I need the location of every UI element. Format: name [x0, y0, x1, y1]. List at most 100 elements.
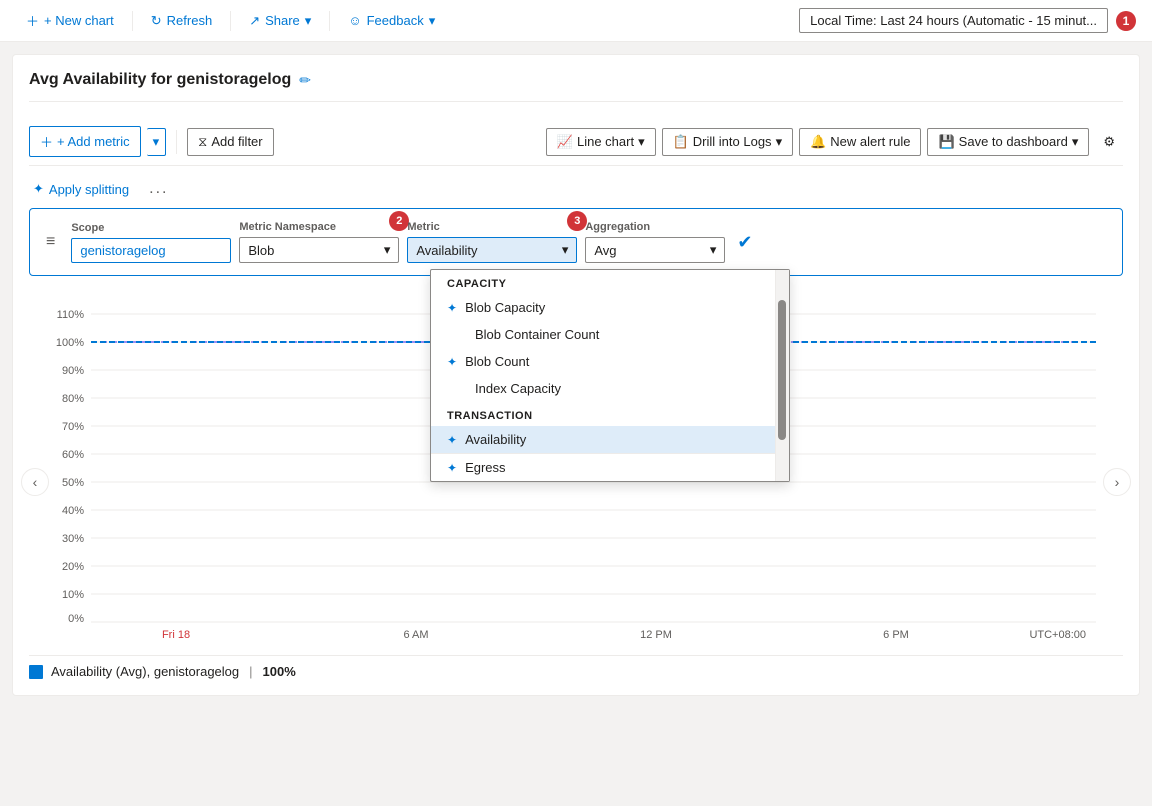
- index-capacity-item[interactable]: Index Capacity: [431, 375, 775, 402]
- line-chart-button[interactable]: 📈 Line chart ▾: [546, 128, 656, 156]
- namespace-chevron: ▾: [384, 242, 391, 258]
- add-metric-button[interactable]: ＋ + Add metric: [29, 126, 141, 157]
- blob-count-label: Blob Count: [465, 354, 529, 369]
- svg-text:110%: 110%: [57, 309, 85, 321]
- metric-row: ≡ Scope Metric Namespace Blob ▾ 2 Metric…: [29, 208, 1123, 276]
- svg-text:6 AM: 6 AM: [403, 629, 428, 640]
- scrollbar[interactable]: [775, 270, 789, 481]
- feedback-button[interactable]: ☺ Feedback ▾: [338, 8, 445, 34]
- blob-count-item[interactable]: ✦ Blob Count: [431, 348, 775, 375]
- aggregation-select[interactable]: Avg ▾: [585, 237, 725, 263]
- availability-item[interactable]: ✦ Availability: [431, 426, 775, 453]
- namespace-group: Metric Namespace Blob ▾ 2: [239, 221, 399, 263]
- split-icon: ✦: [33, 181, 44, 197]
- blob-capacity-item[interactable]: ✦ Blob Capacity: [431, 294, 775, 321]
- drag-handle-icon[interactable]: ≡: [46, 233, 55, 251]
- scrollbar-thumb: [778, 300, 786, 440]
- top-bar: ＋ + New chart ↻ Refresh ↗ Share ▾ ☺ Feed…: [0, 0, 1152, 42]
- feedback-label: Feedback: [367, 13, 424, 28]
- save-to-dashboard-button[interactable]: 💾 Save to dashboard ▾: [927, 128, 1089, 156]
- new-chart-button[interactable]: ＋ + New chart: [16, 6, 124, 35]
- confirm-button[interactable]: ✔: [737, 232, 752, 253]
- svg-text:UTC+08:00: UTC+08:00: [1029, 629, 1086, 640]
- blob-container-count-item[interactable]: Blob Container Count: [431, 321, 775, 348]
- drill-chevron: ▾: [776, 134, 783, 150]
- drill-icon: 📋: [673, 134, 689, 150]
- svg-text:40%: 40%: [62, 505, 84, 517]
- legend-color: [29, 665, 43, 679]
- refresh-icon: ↻: [151, 13, 162, 29]
- namespace-value: Blob: [248, 243, 274, 258]
- egress-icon: ✦: [447, 461, 457, 475]
- index-capacity-label: Index Capacity: [475, 381, 561, 396]
- main-container: Avg Availability for genistoragelog ✏ ＋ …: [12, 54, 1140, 696]
- apply-splitting-label: Apply splitting: [49, 182, 129, 197]
- badge-value: 1: [1123, 14, 1130, 28]
- drill-into-logs-button[interactable]: 📋 Drill into Logs ▾: [662, 128, 793, 156]
- scope-group: Scope: [71, 222, 231, 263]
- svg-text:90%: 90%: [62, 365, 84, 377]
- settings-button[interactable]: ⚙: [1095, 129, 1123, 155]
- save-label: Save to dashboard: [959, 134, 1068, 149]
- new-alert-rule-button[interactable]: 🔔 New alert rule: [799, 128, 921, 156]
- more-button[interactable]: ...: [141, 178, 176, 200]
- svg-text:70%: 70%: [62, 421, 84, 433]
- namespace-select[interactable]: Blob ▾: [239, 237, 399, 263]
- svg-text:6 PM: 6 PM: [883, 629, 909, 640]
- add-metric-label: + Add metric: [57, 134, 130, 149]
- edit-icon[interactable]: ✏: [299, 72, 311, 89]
- notification-badge: 1: [1116, 11, 1136, 31]
- share-button[interactable]: ↗ Share ▾: [239, 8, 321, 34]
- share-icon: ↗: [249, 13, 260, 29]
- more-label: ...: [149, 180, 168, 197]
- aggregation-label: Aggregation: [585, 221, 725, 233]
- svg-text:80%: 80%: [62, 393, 84, 405]
- availability-icon: ✦: [447, 433, 457, 447]
- add-filter-label: Add filter: [211, 134, 262, 149]
- line-chart-chevron: ▾: [638, 134, 645, 150]
- egress-item[interactable]: ✦ Egress: [431, 453, 775, 481]
- refresh-button[interactable]: ↻ Refresh: [141, 8, 222, 34]
- share-label: Share: [265, 13, 300, 28]
- dropdown-metric-button[interactable]: ▾: [147, 128, 167, 156]
- chart-nav-right[interactable]: ›: [1103, 468, 1131, 496]
- save-icon: 💾: [938, 134, 954, 150]
- time-range-button[interactable]: Local Time: Last 24 hours (Automatic - 1…: [799, 8, 1108, 33]
- legend-value: 100%: [263, 664, 296, 679]
- scope-label: Scope: [71, 222, 231, 234]
- blob-capacity-icon: ✦: [447, 301, 457, 315]
- line-chart-label: Line chart: [577, 134, 634, 149]
- svg-text:10%: 10%: [62, 589, 84, 601]
- svg-text:30%: 30%: [62, 533, 84, 545]
- svg-text:Fri 18: Fri 18: [162, 629, 190, 640]
- toolbar: ＋ + Add metric ▾ ⧖ Add filter 📈 Line cha…: [29, 118, 1123, 166]
- namespace-badge: 2: [389, 211, 409, 231]
- svg-text:12 PM: 12 PM: [640, 629, 672, 640]
- drill-label: Drill into Logs: [693, 134, 772, 149]
- egress-label: Egress: [465, 460, 505, 475]
- legend-separator: |: [249, 664, 252, 679]
- filter-icon: ⧖: [198, 134, 207, 150]
- add-metric-icon: ＋: [40, 132, 53, 151]
- add-filter-button[interactable]: ⧖ Add filter: [187, 128, 273, 156]
- availability-label: Availability: [465, 432, 526, 447]
- metric-label: Metric: [407, 221, 577, 233]
- line-chart-icon: 📈: [557, 134, 573, 150]
- chart-nav-left[interactable]: ‹: [21, 468, 49, 496]
- new-chart-label: + New chart: [44, 13, 114, 28]
- svg-text:0%: 0%: [68, 613, 84, 625]
- metric-badge: 3: [567, 211, 587, 231]
- chart-legend: Availability (Avg), genistoragelog | 100…: [29, 655, 1123, 679]
- apply-splitting-button[interactable]: ✦ Apply splitting: [29, 179, 133, 199]
- chart-title-row: Avg Availability for genistoragelog ✏: [29, 71, 1123, 102]
- metric-select[interactable]: Availability ▾: [407, 237, 577, 263]
- divider-1: [132, 11, 133, 31]
- scope-input[interactable]: [71, 238, 231, 263]
- feedback-chevron-icon: ▾: [429, 13, 436, 29]
- share-chevron-icon: ▾: [305, 13, 312, 29]
- plus-icon: ＋: [26, 11, 39, 30]
- blob-container-count-label: Blob Container Count: [475, 327, 599, 342]
- metric-dropdown: CAPACITY ✦ Blob Capacity Blob Container …: [430, 269, 790, 482]
- save-chevron: ▾: [1072, 134, 1079, 150]
- svg-text:20%: 20%: [62, 561, 84, 573]
